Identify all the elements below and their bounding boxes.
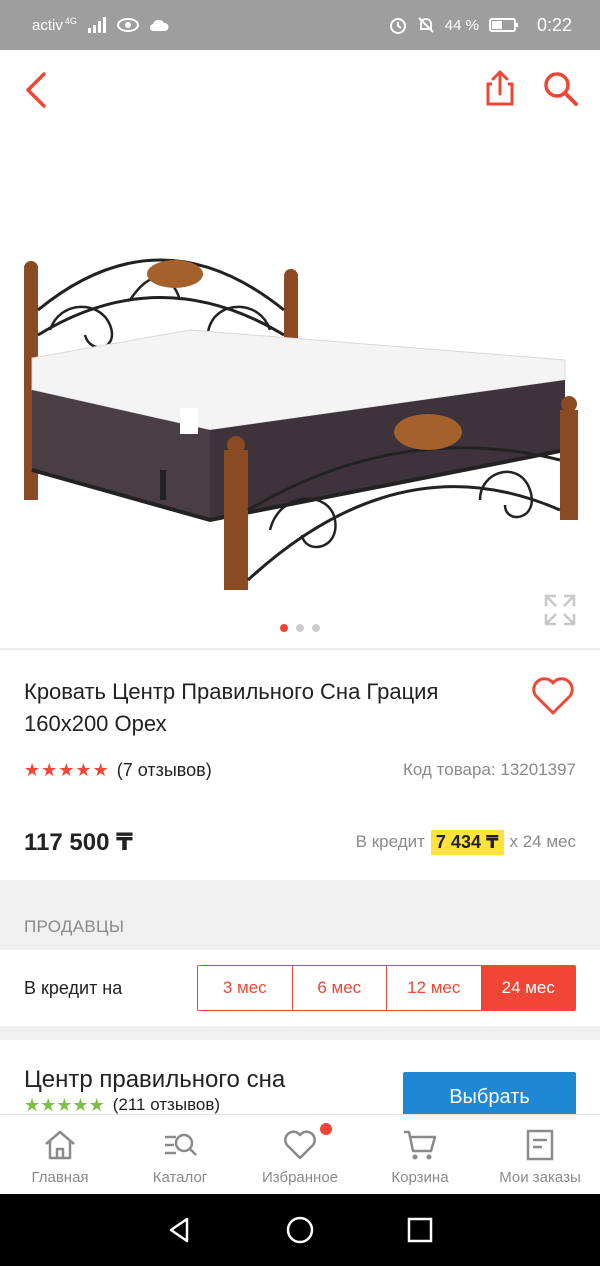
signal-icon: [87, 17, 106, 33]
status-bar: activ 4G 44 % 0:22: [0, 0, 600, 50]
clock: 0:22: [536, 14, 572, 35]
nav-item-favorites[interactable]: Избранное: [240, 1115, 360, 1194]
battery-icon: [488, 18, 518, 32]
cart-icon: [404, 1130, 437, 1160]
network-label: 4G: [64, 16, 77, 26]
star-icon: ★: [75, 760, 92, 780]
search-icon[interactable]: [540, 68, 580, 108]
star-icon: ★: [72, 1095, 89, 1115]
nav-label: Мои заказы: [499, 1169, 581, 1186]
sellers-section-label: ПРОДАВЦЫ: [24, 917, 125, 936]
system-back-icon[interactable]: [165, 1215, 195, 1245]
product-title: Кровать Центр Правильного Сна Грация 160…: [24, 679, 439, 736]
nav-label: Корзина: [391, 1169, 449, 1186]
gallery-dot[interactable]: [280, 624, 288, 632]
product-gallery[interactable]: [0, 130, 600, 648]
seller-card: Центр правильного сна ★ ★ ★ ★ ★ (211 отз…: [0, 1040, 600, 1120]
catalog-icon: [165, 1133, 197, 1156]
nav-label: Главная: [31, 1169, 89, 1186]
term-option-3[interactable]: 3 мес: [198, 966, 293, 1010]
favorite-heart-icon[interactable]: [530, 674, 576, 718]
star-icon: ★: [41, 760, 58, 780]
star-icon: ★: [58, 760, 75, 780]
nav-item-orders[interactable]: Мои заказы: [480, 1115, 600, 1194]
status-right: 44 % 0:22: [389, 15, 572, 36]
nav-item-catalog[interactable]: Каталог: [120, 1115, 240, 1194]
credit-amount: 7 434 ₸: [430, 829, 504, 855]
term-option-24[interactable]: 24 мес: [481, 966, 575, 1010]
seller-rating: ★ ★ ★ ★ ★ (211 отзывов): [24, 1095, 220, 1115]
star-icon: ★: [24, 1095, 41, 1115]
notification-badge: [320, 1123, 332, 1135]
term-option-6[interactable]: 6 мес: [292, 966, 387, 1010]
price-row: 117 500 ₸ В кредит 7 434 ₸ х 24 мес: [24, 822, 576, 862]
product-sku: Код товара: 13201397: [403, 760, 576, 779]
top-bar: [0, 50, 600, 130]
seller-reviews[interactable]: (211 отзывов): [113, 1095, 220, 1115]
star-icon: ★: [40, 1095, 57, 1115]
system-recents-icon[interactable]: [405, 1215, 435, 1245]
mute-bell-icon: [418, 17, 434, 33]
gallery-pagination: [0, 624, 600, 632]
choose-seller-button[interactable]: Выбрать: [403, 1072, 576, 1120]
seller-name[interactable]: Центр правильного сна: [24, 1066, 285, 1094]
term-option-12[interactable]: 12 мес: [387, 966, 482, 1010]
product-image[interactable]: [10, 190, 590, 610]
nav-label: Каталог: [152, 1169, 208, 1186]
gallery-dot[interactable]: [312, 624, 320, 632]
star-icon: ★: [88, 1095, 105, 1115]
eye-icon: [116, 18, 139, 32]
heart-icon: [284, 1130, 316, 1160]
battery-label: 44 %: [444, 16, 479, 34]
star-icon: ★: [92, 760, 109, 780]
home-icon: [45, 1130, 75, 1160]
system-nav-bar: [0, 1194, 600, 1266]
expand-icon[interactable]: [542, 592, 578, 628]
status-left: activ 4G: [32, 16, 169, 34]
star-icon: ★: [24, 760, 41, 780]
credit-prefix: В кредит: [355, 832, 425, 851]
rating-row: ★ ★ ★ ★ ★ (7 отзывов) Код товара: 132013…: [24, 757, 576, 783]
share-icon[interactable]: [480, 68, 520, 108]
orders-icon: [526, 1129, 554, 1161]
nav-item-cart[interactable]: Корзина: [360, 1115, 480, 1194]
alarm-icon: [389, 18, 406, 34]
divider: [0, 648, 600, 650]
product-price: 117 500 ₸: [24, 828, 133, 856]
credit-term-row: В кредит на 3 мес 6 мес 12 мес 24 мес: [0, 950, 600, 1026]
rating-stars: ★ ★ ★ ★ ★: [24, 760, 109, 780]
back-arrow-icon[interactable]: [18, 68, 58, 112]
cloud-icon: [149, 19, 169, 32]
credit-term-selector: 3 мес 6 мес 12 мес 24 мес: [197, 965, 576, 1011]
carrier-label: activ: [32, 16, 63, 34]
bottom-nav: Главная Каталог Избранное Корзина Мои за…: [0, 1114, 600, 1194]
credit-info: В кредит 7 434 ₸ х 24 мес: [355, 829, 577, 855]
section-gap: [0, 1026, 600, 1040]
credit-suffix: х 24 мес: [509, 832, 577, 851]
nav-item-home[interactable]: Главная: [0, 1115, 120, 1194]
sellers-header-band: [0, 880, 600, 950]
system-home-icon[interactable]: [285, 1215, 315, 1245]
reviews-link[interactable]: (7 отзывов): [117, 760, 212, 781]
gallery-dot[interactable]: [296, 624, 304, 632]
nav-label: Избранное: [261, 1169, 339, 1186]
credit-term-label: В кредит на: [24, 978, 123, 998]
star-icon: ★: [56, 1095, 73, 1115]
